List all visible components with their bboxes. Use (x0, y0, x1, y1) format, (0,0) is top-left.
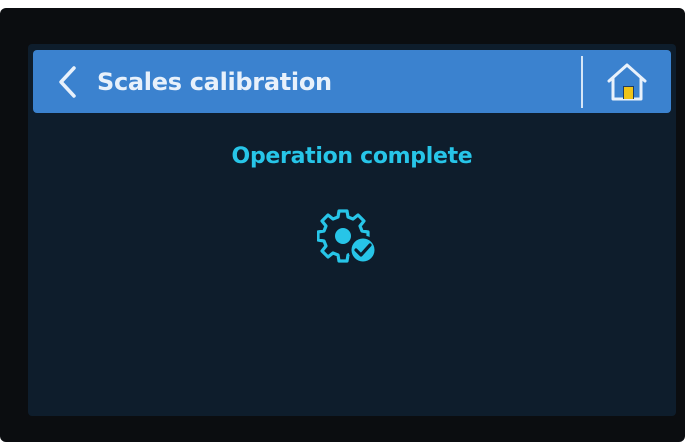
chevron-left-icon (59, 65, 76, 98)
home-button[interactable] (601, 56, 653, 108)
header-bar: Scales calibration (33, 50, 671, 113)
home-icon (607, 63, 647, 101)
back-button[interactable] (43, 50, 93, 113)
status-message: Operation complete (231, 144, 473, 169)
page-title: Scales calibration (97, 67, 332, 96)
device-screen: Scales calibration Operation complete (28, 44, 676, 416)
header-divider (581, 56, 583, 108)
gear-check-icon (316, 208, 381, 268)
